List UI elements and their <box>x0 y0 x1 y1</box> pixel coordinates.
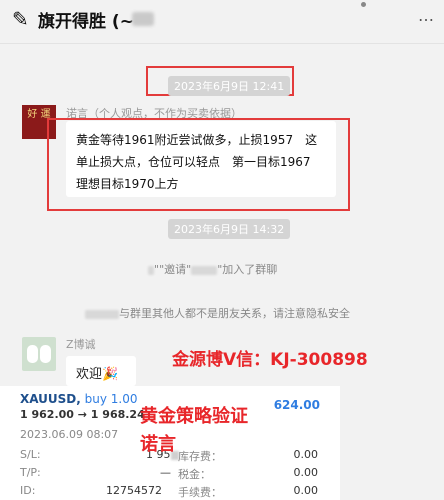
highlight-box-message <box>47 118 350 211</box>
message-text: 欢迎 <box>76 367 103 382</box>
storage-value: 0.00 <box>293 448 319 461</box>
tp-label: T/P: <box>20 466 41 479</box>
symbol: XAUUSD, <box>20 392 81 406</box>
more-options-icon[interactable]: … <box>418 6 434 25</box>
tp-value: — <box>160 466 171 479</box>
chat-title: 旗开得胜 (~ <box>38 12 134 32</box>
trade-side: buy 1.00 <box>84 392 138 406</box>
storage-label: 库存费： <box>178 450 222 463</box>
status-dot <box>361 2 366 7</box>
strategy-annotation-line2: 诺言 <box>140 434 176 455</box>
system-message-join: ""邀请" "加入了群聊 <box>148 261 277 277</box>
group-logo-icon: ✎ <box>12 7 29 31</box>
contact-annotation: 金源博V信：KJ-300898 <box>172 350 368 370</box>
trade-datetime: 2023.06.09 08:07 <box>20 428 119 441</box>
trade-profit: 624.00 <box>273 398 320 412</box>
id-value: 12754572 <box>106 484 162 497</box>
trade-symbol-line: XAUUSD, buy 1.00 <box>20 392 138 406</box>
avatar[interactable] <box>22 337 56 371</box>
chat-header: ✎ 旗开得胜 (~ … <box>0 0 444 44</box>
timestamp: 2023年6月9日 12:41 <box>168 76 291 96</box>
system-message-privacy: 与群里其他人都不是朋友关系，请注意隐私安全 <box>85 305 350 321</box>
redacted-title-part <box>132 12 154 26</box>
commission-value: 0.00 <box>293 484 319 497</box>
sender-name: Z博诚 <box>66 338 96 351</box>
message-bubble[interactable]: 欢迎🎉 <box>66 356 136 386</box>
id-label: ID: <box>20 484 36 497</box>
tax-value: 0.00 <box>293 466 319 479</box>
trade-prices: 1 962.00 → 1 968.24 <box>20 408 145 421</box>
commission-label: 手续费： <box>178 486 222 499</box>
strategy-annotation-line1: 黄金策略验证 <box>140 406 248 427</box>
tax-label: 税金： <box>178 468 211 481</box>
party-popper-icon: 🎉 <box>102 367 119 382</box>
sl-label: S/L: <box>20 448 41 461</box>
timestamp: 2023年6月9日 14:32 <box>168 219 291 239</box>
